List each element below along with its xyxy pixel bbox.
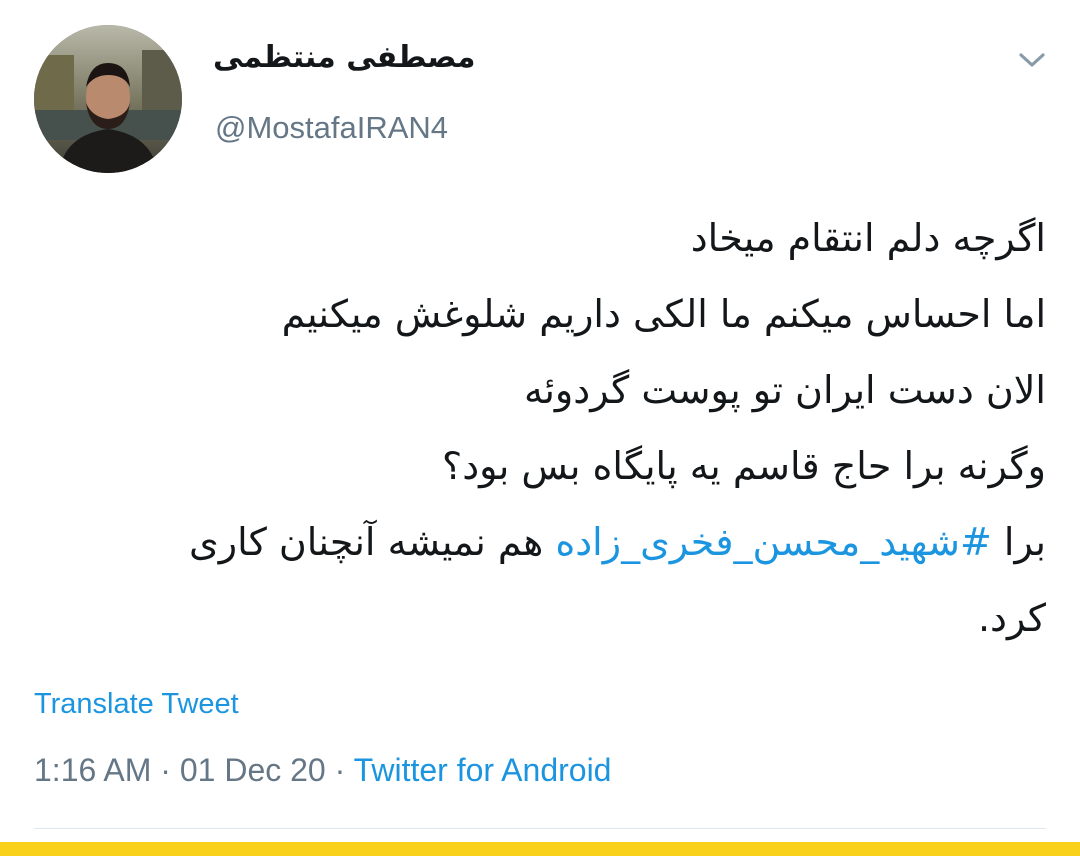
tweet-line: الان دست ایران تو پوست گردوئه: [523, 368, 1046, 412]
tweet-menu-button[interactable]: [1012, 40, 1052, 80]
tweet-date[interactable]: 01 Dec 20: [180, 752, 326, 788]
tweet-line: برا #شهید_محسن_فخری_زاده هم نمیشه آنچنان…: [34, 504, 1046, 580]
avatar[interactable]: [34, 25, 182, 173]
tweet-line: اگرچه دلم انتقام میخاد: [690, 216, 1046, 260]
author-display-name[interactable]: مصطفی منتظمی: [213, 40, 476, 75]
tweet-text-segment: برا: [991, 520, 1046, 564]
tweet-meta: 1:16 AM · 01 Dec 20 · Twitter for Androi…: [34, 752, 611, 789]
tweet-time[interactable]: 1:16 AM: [34, 752, 151, 788]
tweet-card: مصطفی منتظمی @MostafaIRAN4 اگرچه دلم انت…: [0, 0, 1080, 856]
chevron-down-icon: [1019, 53, 1045, 67]
profile-photo-icon: [34, 25, 182, 173]
tweet-text-segment: هم نمیشه آنچنان کاری: [189, 520, 556, 564]
divider: [34, 828, 1046, 829]
accent-bar: [0, 842, 1080, 856]
tweet-line: اما احساس میکنم ما الکی داریم شلوغش میکن…: [281, 292, 1046, 336]
hashtag-link[interactable]: #شهید_محسن_فخری_زاده: [555, 520, 991, 564]
meta-separator: ·: [325, 752, 354, 788]
translate-tweet-link[interactable]: Translate Tweet: [34, 688, 239, 721]
tweet-text: اگرچه دلم انتقام میخاد اما احساس میکنم م…: [34, 200, 1046, 656]
tweet-source-link[interactable]: Twitter for Android: [354, 752, 612, 788]
meta-separator: ·: [151, 752, 180, 788]
author-handle[interactable]: @MostafaIRAN4: [215, 110, 448, 146]
tweet-line: کرد.: [977, 596, 1046, 640]
tweet-line: وگرنه برا حاج قاسم یه پایگاه بس بود؟: [442, 444, 1046, 488]
